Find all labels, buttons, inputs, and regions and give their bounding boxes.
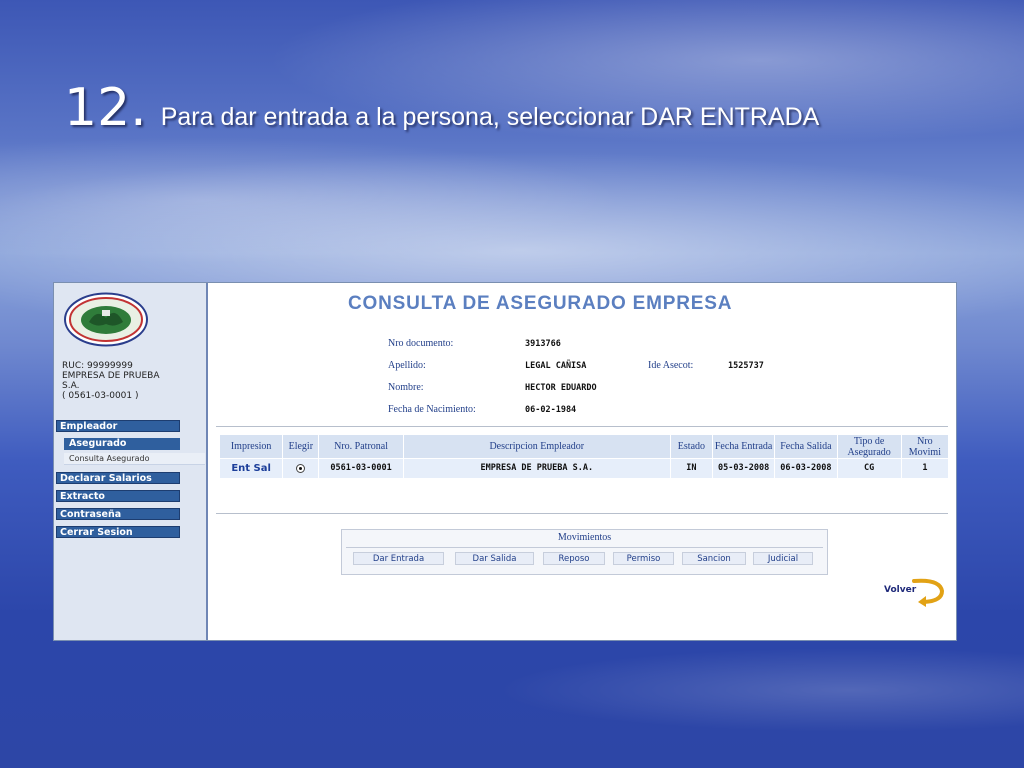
- main-content: CONSULTA DE ASEGURADO EMPRESA Nro docume…: [208, 283, 956, 640]
- descripcion-cell: EMPRESA DE PRUEBA S.A.: [402, 458, 671, 479]
- impresion-link[interactable]: Ent Sal: [218, 458, 284, 479]
- dar-entrada-button[interactable]: Dar Entrada: [353, 552, 444, 565]
- nav-declarar-salarios[interactable]: Declarar Salarios: [56, 472, 180, 484]
- reposo-button[interactable]: Reposo: [543, 552, 605, 565]
- company-name-suffix: S.A.: [62, 381, 80, 391]
- nav-contrasena[interactable]: Contraseña: [56, 508, 180, 520]
- nro-movimi-cell: 1: [900, 458, 950, 479]
- nro-documento-value: 3913766: [525, 339, 561, 349]
- sancion-button[interactable]: Sancion: [682, 552, 746, 565]
- col-fecha-salida: Fecha Salida: [774, 434, 838, 459]
- elegir-radio[interactable]: [296, 463, 306, 473]
- col-elegir: Elegir: [282, 434, 320, 459]
- slide-instruction: Para dar entrada a la persona, seleccion…: [160, 103, 820, 131]
- col-nro-patronal: Nro. Patronal: [318, 434, 404, 459]
- table-header-row: Impresion Elegir Nro. Patronal Descripci…: [218, 434, 950, 459]
- divider: [216, 426, 948, 427]
- col-impresion: Impresion: [218, 434, 284, 459]
- permiso-button[interactable]: Permiso: [613, 552, 674, 565]
- slide-number: 12.: [64, 78, 147, 138]
- company-ruc: RUC: 99999999: [62, 361, 133, 371]
- judicial-button[interactable]: Judicial: [753, 552, 813, 565]
- tipo-asegurado-cell: CG: [836, 458, 902, 479]
- employer-table: Impresion Elegir Nro. Patronal Descripci…: [218, 434, 950, 479]
- sidebar: RUC: 99999999 EMPRESA DE PRUEBA S.A. ( 0…: [54, 283, 208, 640]
- ips-logo-icon: [64, 292, 148, 347]
- col-tipo-asegurado: Tipo de Asegurado: [836, 434, 902, 459]
- col-descripcion: Descripcion Empleador: [402, 434, 671, 459]
- fecha-nacimiento-value: 06-02-1984: [525, 405, 577, 415]
- col-nro-movimi: Nro Movimi: [900, 434, 950, 459]
- volver-button[interactable]: Volver: [884, 577, 950, 607]
- nombre-value: HECTOR EDUARDO: [525, 383, 597, 393]
- movimientos-panel: Movimientos Dar Entrada Dar Salida Repos…: [341, 529, 828, 575]
- volver-label: Volver: [884, 585, 917, 595]
- col-estado: Estado: [669, 434, 714, 459]
- elegir-cell: [282, 458, 320, 479]
- estado-cell: IN: [669, 458, 714, 479]
- movimientos-title: Movimientos: [557, 532, 612, 543]
- ide-asecot-value: 1525737: [728, 361, 764, 371]
- col-fecha-entrada: Fecha Entrada: [711, 434, 776, 459]
- company-code: ( 0561-03-0001 ): [62, 391, 139, 401]
- nro-patronal-cell: 0561-03-0001: [318, 458, 404, 479]
- company-info: RUC: 99999999 EMPRESA DE PRUEBA S.A. ( 0…: [62, 361, 159, 401]
- nav-cerrar-sesion[interactable]: Cerrar Sesion: [56, 526, 180, 538]
- app-window: RUC: 99999999 EMPRESA DE PRUEBA S.A. ( 0…: [53, 282, 957, 641]
- nav-empleador[interactable]: Empleador: [56, 420, 180, 432]
- nro-documento-label: Nro documento:: [388, 338, 454, 349]
- divider: [216, 513, 948, 514]
- nav-asegurado[interactable]: Asegurado: [64, 438, 180, 450]
- slide-title: 12. Para dar entrada a la persona, selecc…: [64, 78, 819, 138]
- company-name: EMPRESA DE PRUEBA: [62, 371, 160, 381]
- fecha-entrada-cell: 05-03-2008: [711, 458, 776, 479]
- nav-extracto[interactable]: Extracto: [56, 490, 180, 502]
- apellido-value: LEGAL CAÑISA: [525, 361, 587, 371]
- fecha-salida-cell: 06-03-2008: [774, 458, 838, 479]
- page-title: CONSULTA DE ASEGURADO EMPRESA: [348, 293, 733, 314]
- table-row: Ent Sal 0561-03-0001 EMPRESA DE PRUEBA S…: [218, 458, 950, 479]
- nombre-label: Nombre:: [388, 382, 424, 393]
- movimientos-divider: [346, 547, 823, 548]
- dar-salida-button[interactable]: Dar Salida: [455, 552, 534, 565]
- fecha-nacimiento-label: Fecha de Nacimiento:: [388, 404, 476, 415]
- ide-asecot-label: Ide Asecot:: [648, 360, 694, 371]
- nav-consulta-asegurado[interactable]: Consulta Asegurado: [64, 453, 205, 465]
- apellido-label: Apellido:: [388, 360, 426, 371]
